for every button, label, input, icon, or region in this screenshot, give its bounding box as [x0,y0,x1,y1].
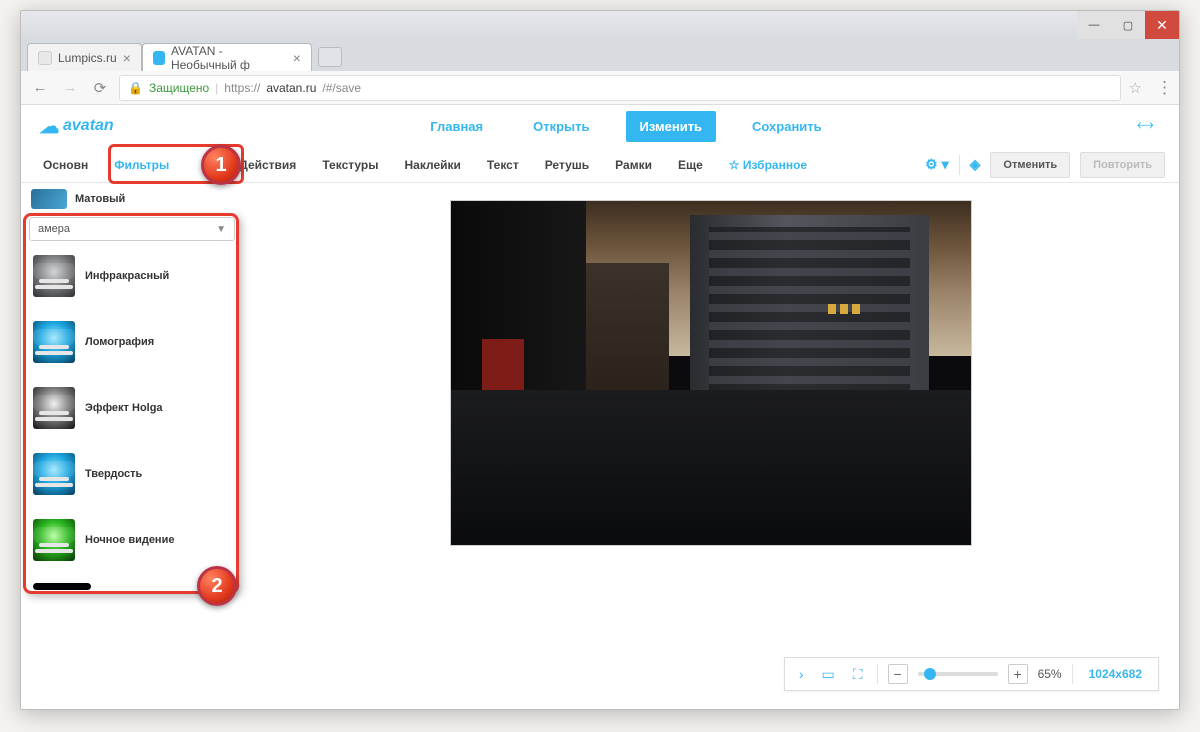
url-proto: https:// [224,81,260,95]
nav-back-button[interactable]: ← [29,77,51,99]
filter-thumb-icon [33,321,75,363]
filter-label: Матовый [75,193,125,205]
filter-label: Ломография [85,336,154,348]
tab-title: Lumpics.ru [58,51,117,65]
filter-item[interactable]: Инфракрасный [21,249,243,315]
window-maximize-button[interactable]: ▢ [1111,11,1145,39]
browser-tab-avatan[interactable]: AVATAN - Необычный ф × [142,43,312,71]
tab-frames[interactable]: Рамки [607,149,660,181]
secure-label: Защищено [149,81,209,95]
tab-close-icon[interactable]: × [123,50,131,66]
collapse-panel-icon[interactable]: › [795,666,808,682]
tab-filters[interactable]: Фильтры [106,149,177,181]
zoom-slider-thumb[interactable] [924,668,936,680]
filter-item-top[interactable]: Матовый [21,187,243,211]
bookmark-star-icon[interactable]: ☆ [1129,79,1142,97]
nav-open[interactable]: Открыть [519,111,603,142]
logo-cloud-icon: ☁ [39,114,59,139]
canvas-street-layer [451,390,971,545]
filter-thumb-icon [33,387,75,429]
url-domain: avatan.ru [266,81,316,95]
browser-menu-button[interactable]: ⋮ [1156,78,1171,98]
category-label: амера [38,223,70,235]
filter-item[interactable]: Ломография [21,315,243,381]
tab-basic[interactable]: Основн [35,149,96,181]
filter-category-select[interactable]: амера ▼ [29,217,235,241]
fullscreen-icon[interactable]: ⤢ [1134,115,1156,137]
editor-toolbar: Основн Фильтры hid Действия Текстуры Нак… [21,147,1179,183]
nav-reload-button[interactable]: ⟳ [89,77,111,99]
tab-favorites-label: Избранное [743,158,807,172]
canvas-window-light [828,304,836,314]
browser-window: — ▢ ✕ Lumpics.ru × AVATAN - Необычный ф … [20,10,1180,710]
filter-item[interactable]: Эффект Holga [21,381,243,447]
workspace: Матовый амера ▼ Инфракрасный Ломография Эф… [21,183,1179,709]
nav-save[interactable]: Сохранить [738,111,836,142]
new-tab-button[interactable] [318,47,342,67]
favicon-icon [153,51,165,65]
filter-label: Твердость [85,468,142,480]
callout-badge-2: 2 [197,566,237,606]
filter-label: Инфракрасный [85,270,169,282]
fit-screen-icon[interactable]: ▭ [818,666,839,683]
page-content: ☁ avatan Главная Открыть Изменить Сохран… [21,105,1179,709]
redo-button[interactable]: Повторить [1080,152,1165,178]
tab-stickers[interactable]: Наклейки [397,149,469,181]
canvas-area: › ▭ ⛶ − + 65% 1024x682 [243,183,1179,709]
app-logo[interactable]: ☁ avatan [39,114,114,139]
filter-thumb-icon [33,453,75,495]
tab-title: AVATAN - Необычный ф [171,44,287,72]
lock-icon: 🔒 [128,81,143,95]
window-titlebar: — ▢ ✕ [21,11,1179,39]
filter-thumb-icon [31,189,67,209]
tab-text[interactable]: Текст [479,149,527,181]
canvas-building-right [690,215,929,415]
url-path: /#/save [322,81,361,95]
filter-thumb-icon [33,255,75,297]
tab-textures[interactable]: Текстуры [314,149,386,181]
favicon-icon [38,51,52,65]
tab-actions[interactable]: Действия [231,149,304,181]
filter-label: Эффект Holga [85,402,163,414]
browser-tabstrip: Lumpics.ru × AVATAN - Необычный ф × [21,39,1179,71]
logo-text: avatan [63,117,114,135]
sidebar-scroll-indicator[interactable] [33,583,91,590]
undo-button[interactable]: Отменить [990,152,1070,178]
filters-list-box: амера ▼ Инфракрасный Ломография Эффект Hol… [21,217,243,590]
tab-more[interactable]: Еще [670,149,711,181]
image-canvas[interactable] [451,201,971,545]
tab-close-icon[interactable]: × [293,50,301,66]
fullscreen-canvas-icon[interactable]: ⛶ [849,666,867,683]
nav-edit-button[interactable]: Изменить [626,111,717,142]
nav-forward-button[interactable]: → [59,77,81,99]
image-dimensions[interactable]: 1024x682 [1083,667,1148,681]
callout-badge-1: 1 [201,145,241,185]
window-minimize-button[interactable]: — [1077,11,1111,39]
filter-item[interactable]: Твердость [21,447,243,513]
chevron-down-icon: ▼ [216,224,226,235]
canvas-bottom-toolbar: › ▭ ⛶ − + 65% 1024x682 [784,657,1159,691]
star-icon: ☆ [729,158,740,172]
tab-favorites[interactable]: ☆ Избранное [721,149,815,181]
app-header: ☁ avatan Главная Открыть Изменить Сохран… [21,105,1179,147]
sidebar-filters: Матовый амера ▼ Инфракрасный Ломография Эф… [21,183,243,709]
canvas-building-far [576,263,670,401]
zoom-percent: 65% [1038,667,1062,681]
settings-gear-icon[interactable]: ⚙ ▾ [925,156,948,173]
zoom-out-button[interactable]: − [888,664,908,684]
url-input[interactable]: 🔒 Защищено | https://avatan.ru/#/save [119,75,1121,101]
address-bar: ← → ⟳ 🔒 Защищено | https://avatan.ru/#/s… [21,71,1179,105]
filter-label: Ночное видение [85,534,174,546]
tab-retouch[interactable]: Ретушь [537,149,597,181]
nav-home[interactable]: Главная [416,111,497,142]
zoom-slider[interactable] [918,672,998,676]
browser-tab-lumpics[interactable]: Lumpics.ru × [27,43,142,71]
layers-icon[interactable]: ◈ [970,156,981,173]
zoom-in-button[interactable]: + [1008,664,1028,684]
filter-thumb-icon [33,519,75,561]
window-close-button[interactable]: ✕ [1145,11,1179,39]
